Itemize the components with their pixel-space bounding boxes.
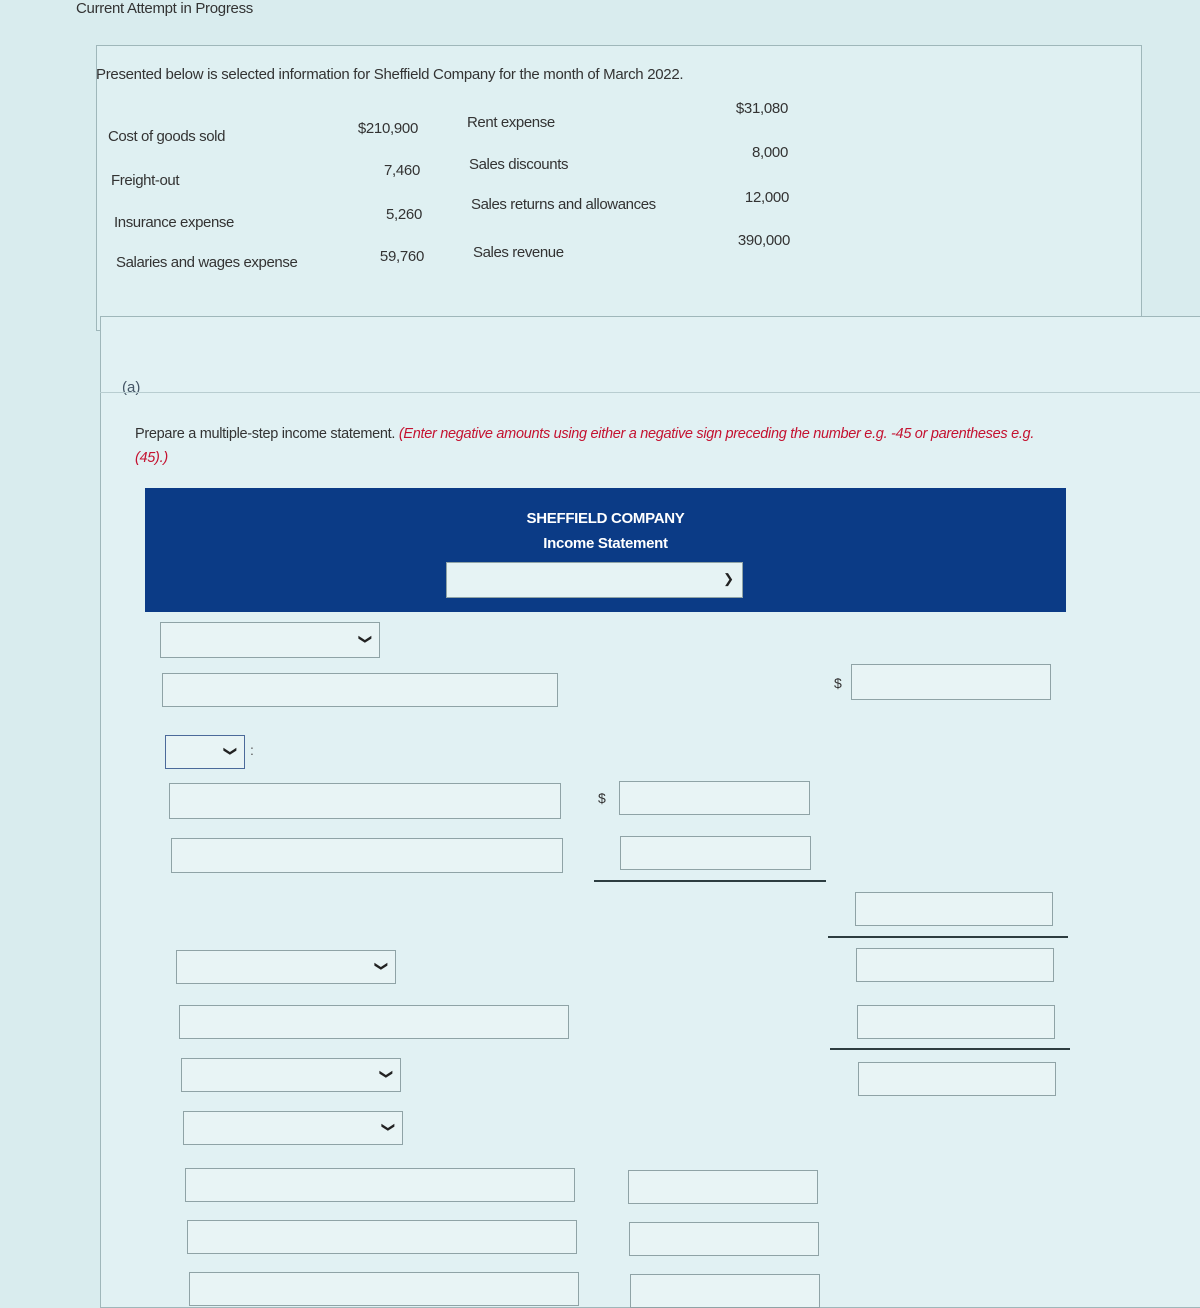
item-label: Sales revenue — [473, 244, 564, 261]
amount-input[interactable] — [858, 1062, 1056, 1096]
amount-input[interactable] — [620, 836, 811, 870]
line-item-select[interactable]: ❯ — [160, 622, 380, 658]
line-item-input[interactable] — [187, 1220, 577, 1254]
period-select[interactable]: ❯ — [446, 562, 743, 598]
section-divider — [100, 392, 1200, 393]
item-value: 5,260 — [385, 206, 422, 223]
amount-input[interactable] — [630, 1274, 820, 1308]
line-item-input[interactable] — [169, 783, 561, 819]
chevron-down-icon: ❯ — [374, 960, 390, 972]
item-label: Rent expense — [467, 114, 555, 131]
instruction-main: Prepare a multiple-step income statement… — [135, 426, 396, 442]
statement-title: Income Statement — [543, 535, 668, 552]
chevron-down-icon: ❯ — [223, 745, 239, 757]
line-item-input[interactable] — [185, 1168, 575, 1202]
attempt-status: Current Attempt in Progress — [76, 0, 253, 17]
amount-input[interactable] — [855, 892, 1053, 926]
line-item-input[interactable] — [171, 838, 563, 873]
statement-header: SHEFFIELD COMPANY Income Statement ❯ — [145, 488, 1066, 612]
problem-info-panel — [96, 45, 1142, 331]
amount-input[interactable] — [856, 948, 1054, 982]
item-value: 7,460 — [383, 162, 420, 179]
item-label: Cost of goods sold — [108, 128, 226, 145]
chevron-down-icon: ❯ — [723, 571, 734, 587]
item-label: Sales discounts — [469, 156, 569, 173]
line-item-select[interactable]: ❯ — [165, 735, 245, 769]
item-value: 8,000 — [751, 144, 788, 161]
chevron-down-icon: ❯ — [381, 1121, 397, 1133]
item-value: 390,000 — [737, 232, 790, 249]
instructions: Prepare a multiple-step income statement… — [135, 422, 1055, 470]
colon-separator: : — [250, 742, 254, 758]
item-label: Insurance expense — [114, 214, 234, 231]
line-item-input[interactable] — [179, 1005, 569, 1039]
chevron-down-icon: ❯ — [379, 1068, 395, 1080]
amount-input[interactable] — [628, 1170, 818, 1204]
line-item-input[interactable] — [162, 673, 558, 707]
subtotal-rule — [594, 880, 826, 882]
item-label: Sales returns and allowances — [471, 196, 656, 213]
item-label: Salaries and wages expense — [116, 254, 298, 271]
item-value: 59,760 — [379, 248, 424, 265]
currency-symbol: $ — [598, 790, 606, 806]
item-value: $210,900 — [357, 120, 418, 137]
part-a-label: (a) — [122, 379, 141, 396]
subtotal-rule — [830, 1048, 1070, 1050]
problem-intro: Presented below is selected information … — [96, 66, 684, 83]
item-value: 12,000 — [744, 189, 789, 206]
currency-symbol: $ — [834, 675, 842, 691]
subtotal-rule — [828, 936, 1068, 938]
amount-input[interactable] — [619, 781, 810, 815]
chevron-down-icon: ❯ — [358, 633, 374, 645]
line-item-select[interactable]: ❯ — [183, 1111, 403, 1145]
item-value: $31,080 — [735, 100, 788, 117]
amount-input[interactable] — [851, 664, 1051, 700]
item-label: Freight-out — [111, 172, 180, 189]
line-item-select[interactable]: ❯ — [181, 1058, 401, 1092]
amount-input[interactable] — [629, 1222, 819, 1256]
line-item-select[interactable]: ❯ — [176, 950, 396, 984]
company-name: SHEFFIELD COMPANY — [526, 510, 685, 527]
amount-input[interactable] — [857, 1005, 1055, 1039]
line-item-input[interactable] — [189, 1272, 579, 1306]
